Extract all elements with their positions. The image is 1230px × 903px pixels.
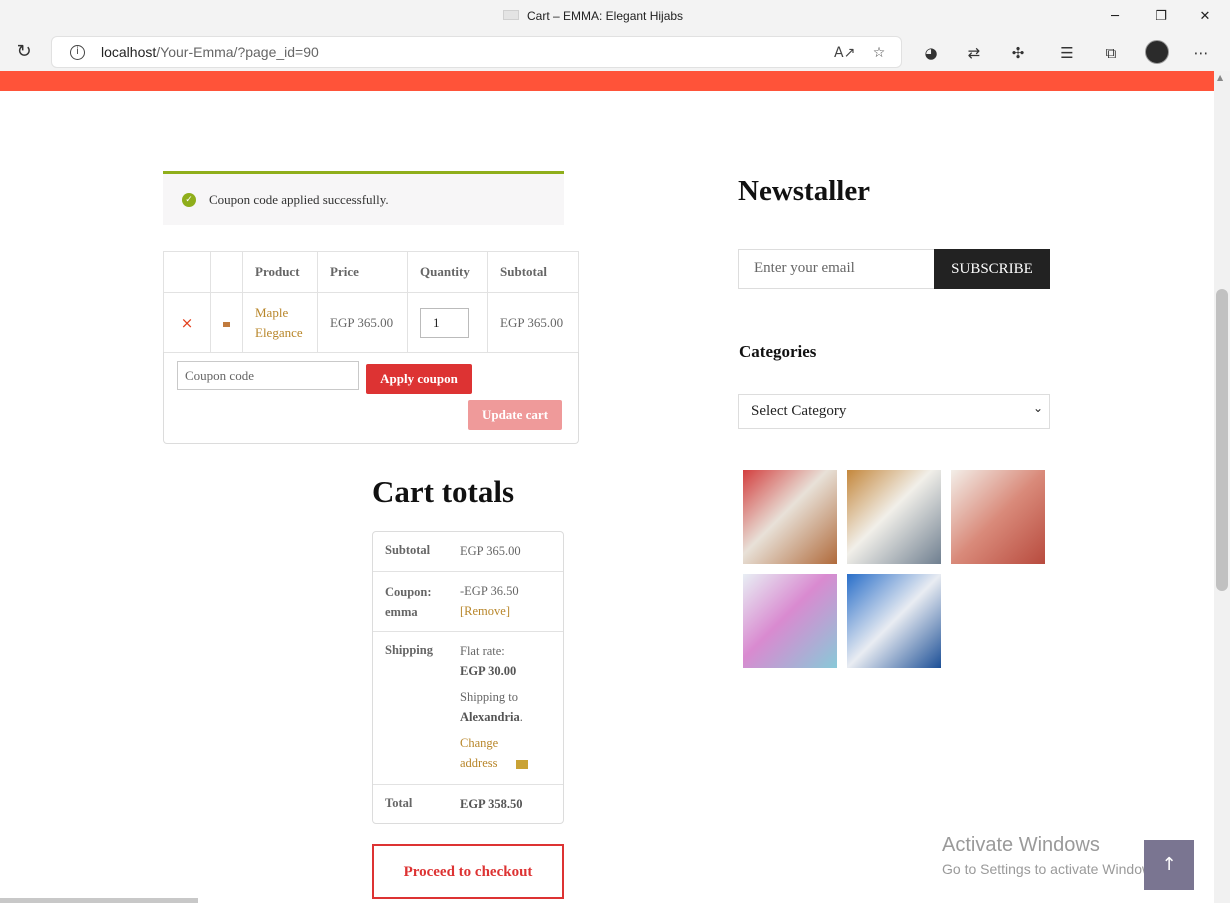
scroll-to-top-button[interactable]: ↑ bbox=[1144, 840, 1194, 890]
extensions-puzzle-icon[interactable]: ✣ bbox=[1007, 42, 1029, 64]
profile-avatar[interactable] bbox=[1145, 40, 1169, 64]
gallery-image-1[interactable] bbox=[743, 470, 837, 564]
gallery-image-5[interactable] bbox=[847, 574, 941, 668]
update-cart-button[interactable]: Update cart bbox=[468, 400, 562, 430]
table-row: × Maple Elegance EGP 365.00 1 EGP 365.00 bbox=[163, 292, 579, 353]
category-select-value: Select Category bbox=[751, 403, 847, 419]
truck-icon bbox=[516, 759, 528, 769]
shipping-city: Alexandria bbox=[460, 710, 520, 724]
quantity-input[interactable]: 1 bbox=[420, 307, 469, 338]
shipping-row: Shipping Flat rate: EGP 30.00 Shipping t… bbox=[373, 632, 563, 785]
url-text[interactable]: localhost/Your-Emma/?page_id=90 bbox=[101, 44, 319, 60]
product-thumbnail[interactable] bbox=[223, 321, 230, 327]
url-host: localhost bbox=[101, 44, 157, 60]
cart-header-row: Product Price Quantity Subtotal bbox=[163, 251, 579, 293]
product-link[interactable]: Maple Elegance bbox=[255, 305, 303, 340]
scrollbar-thumb[interactable] bbox=[1216, 289, 1228, 591]
gallery-image-4[interactable] bbox=[743, 574, 837, 668]
cart-actions: Coupon code Apply coupon Update cart bbox=[163, 352, 579, 444]
subscribe-button[interactable]: SUBSCRIBE bbox=[934, 249, 1050, 289]
apply-coupon-button[interactable]: Apply coupon bbox=[366, 364, 472, 394]
success-notice: ✓ Coupon code applied successfully. bbox=[163, 171, 564, 225]
total-label: Total bbox=[385, 796, 413, 810]
cart-totals-table: Subtotal EGP 365.00 Coupon: emma -EGP 36… bbox=[372, 531, 564, 824]
site-info-icon[interactable]: i bbox=[70, 45, 85, 60]
coupon-label: Coupon: emma bbox=[385, 585, 432, 619]
url-path: /Your-Emma/?page_id=90 bbox=[156, 44, 319, 60]
item-price: EGP 365.00 bbox=[317, 292, 408, 353]
horizontal-scrollbar[interactable] bbox=[0, 898, 198, 903]
window-titlebar: Cart – EMMA: Elegant Hijabs ─ ❐ ✕ bbox=[0, 0, 1230, 34]
col-quantity: Quantity bbox=[407, 251, 488, 293]
remove-item-icon[interactable]: × bbox=[181, 314, 194, 332]
coupon-discount: -EGP 36.50 bbox=[460, 584, 519, 598]
translate-icon[interactable]: ⇄ bbox=[963, 42, 985, 64]
activate-title: Activate Windows bbox=[942, 834, 1100, 856]
subtotal-label: Subtotal bbox=[385, 543, 431, 557]
collections-icon[interactable]: ⧉ bbox=[1100, 42, 1122, 64]
vertical-scrollbar[interactable]: ▲ bbox=[1214, 71, 1230, 903]
reload-icon[interactable]: ↻ bbox=[12, 40, 36, 64]
more-menu-icon[interactable]: ⋯ bbox=[1190, 42, 1212, 64]
coupon-values: -EGP 36.50 [Remove] bbox=[460, 581, 519, 621]
category-select[interactable]: Select Category ⌄ bbox=[738, 394, 1050, 429]
shipping-destination-label: Shipping to bbox=[460, 690, 518, 704]
chevron-down-icon: ⌄ bbox=[1032, 401, 1043, 415]
scroll-up-icon[interactable]: ▲ bbox=[1217, 73, 1223, 82]
shipping-method: Flat rate: bbox=[460, 644, 505, 658]
gallery-image-2[interactable] bbox=[847, 470, 941, 564]
col-subtotal: Subtotal bbox=[487, 251, 579, 293]
coupon-row: Coupon: emma -EGP 36.50 [Remove] bbox=[373, 572, 563, 632]
browser-toolbar: ↻ i localhost/Your-Emma/?page_id=90 A↗ ☆… bbox=[0, 34, 1230, 71]
total-value: EGP 358.50 bbox=[460, 797, 523, 811]
restore-icon[interactable]: ❐ bbox=[1150, 6, 1172, 28]
item-subtotal: EGP 365.00 bbox=[487, 292, 579, 353]
cart-totals-heading: Cart totals bbox=[372, 474, 515, 509]
notice-message: Coupon code applied successfully. bbox=[209, 192, 389, 207]
arrow-up-icon: ↑ bbox=[1161, 854, 1177, 875]
proceed-to-checkout-button[interactable]: Proceed to checkout bbox=[372, 844, 564, 899]
address-bar[interactable]: i localhost/Your-Emma/?page_id=90 A↗ ☆ bbox=[51, 36, 902, 68]
email-input[interactable]: Enter your email bbox=[738, 249, 935, 289]
tab-favicon-icon bbox=[503, 10, 519, 20]
gallery-image-3[interactable] bbox=[951, 470, 1045, 564]
categories-heading: Categories bbox=[739, 342, 817, 361]
window-title: Cart – EMMA: Elegant Hijabs bbox=[527, 9, 684, 23]
col-thumbnail bbox=[210, 251, 243, 293]
col-price: Price bbox=[317, 251, 408, 293]
col-remove bbox=[163, 251, 211, 293]
minimize-icon[interactable]: ─ bbox=[1104, 6, 1126, 28]
close-window-icon[interactable]: ✕ bbox=[1194, 6, 1216, 28]
read-aloud-icon[interactable]: A↗ bbox=[834, 43, 855, 63]
subtotal-value: EGP 365.00 bbox=[460, 544, 521, 558]
coupon-code-input[interactable]: Coupon code bbox=[177, 361, 359, 390]
check-circle-icon: ✓ bbox=[182, 193, 196, 207]
newsletter-heading: Newstaller bbox=[738, 175, 871, 207]
shipping-label: Shipping bbox=[385, 643, 433, 657]
header-accent-bar bbox=[0, 71, 1214, 91]
extension-icon[interactable]: ◕ bbox=[920, 42, 942, 64]
cart-table: Product Price Quantity Subtotal × Maple … bbox=[163, 251, 579, 353]
activate-windows-watermark: Activate Windows Go to Settings to activ… bbox=[942, 834, 1163, 877]
add-favorite-icon[interactable]: ☆ bbox=[869, 43, 889, 63]
activate-subtitle: Go to Settings to activate Windows. bbox=[942, 861, 1163, 877]
total-row: Total EGP 358.50 bbox=[373, 785, 563, 823]
favorites-icon[interactable]: ☰ bbox=[1056, 42, 1078, 64]
shipping-cost: EGP 30.00 bbox=[460, 664, 517, 678]
shipping-values: Flat rate: EGP 30.00 Shipping to Alexand… bbox=[460, 641, 528, 773]
change-address-link[interactable]: Change address bbox=[460, 733, 510, 773]
remove-coupon-link[interactable]: [Remove] bbox=[460, 604, 510, 618]
col-product: Product bbox=[242, 251, 318, 293]
subtotal-row: Subtotal EGP 365.00 bbox=[373, 532, 563, 572]
